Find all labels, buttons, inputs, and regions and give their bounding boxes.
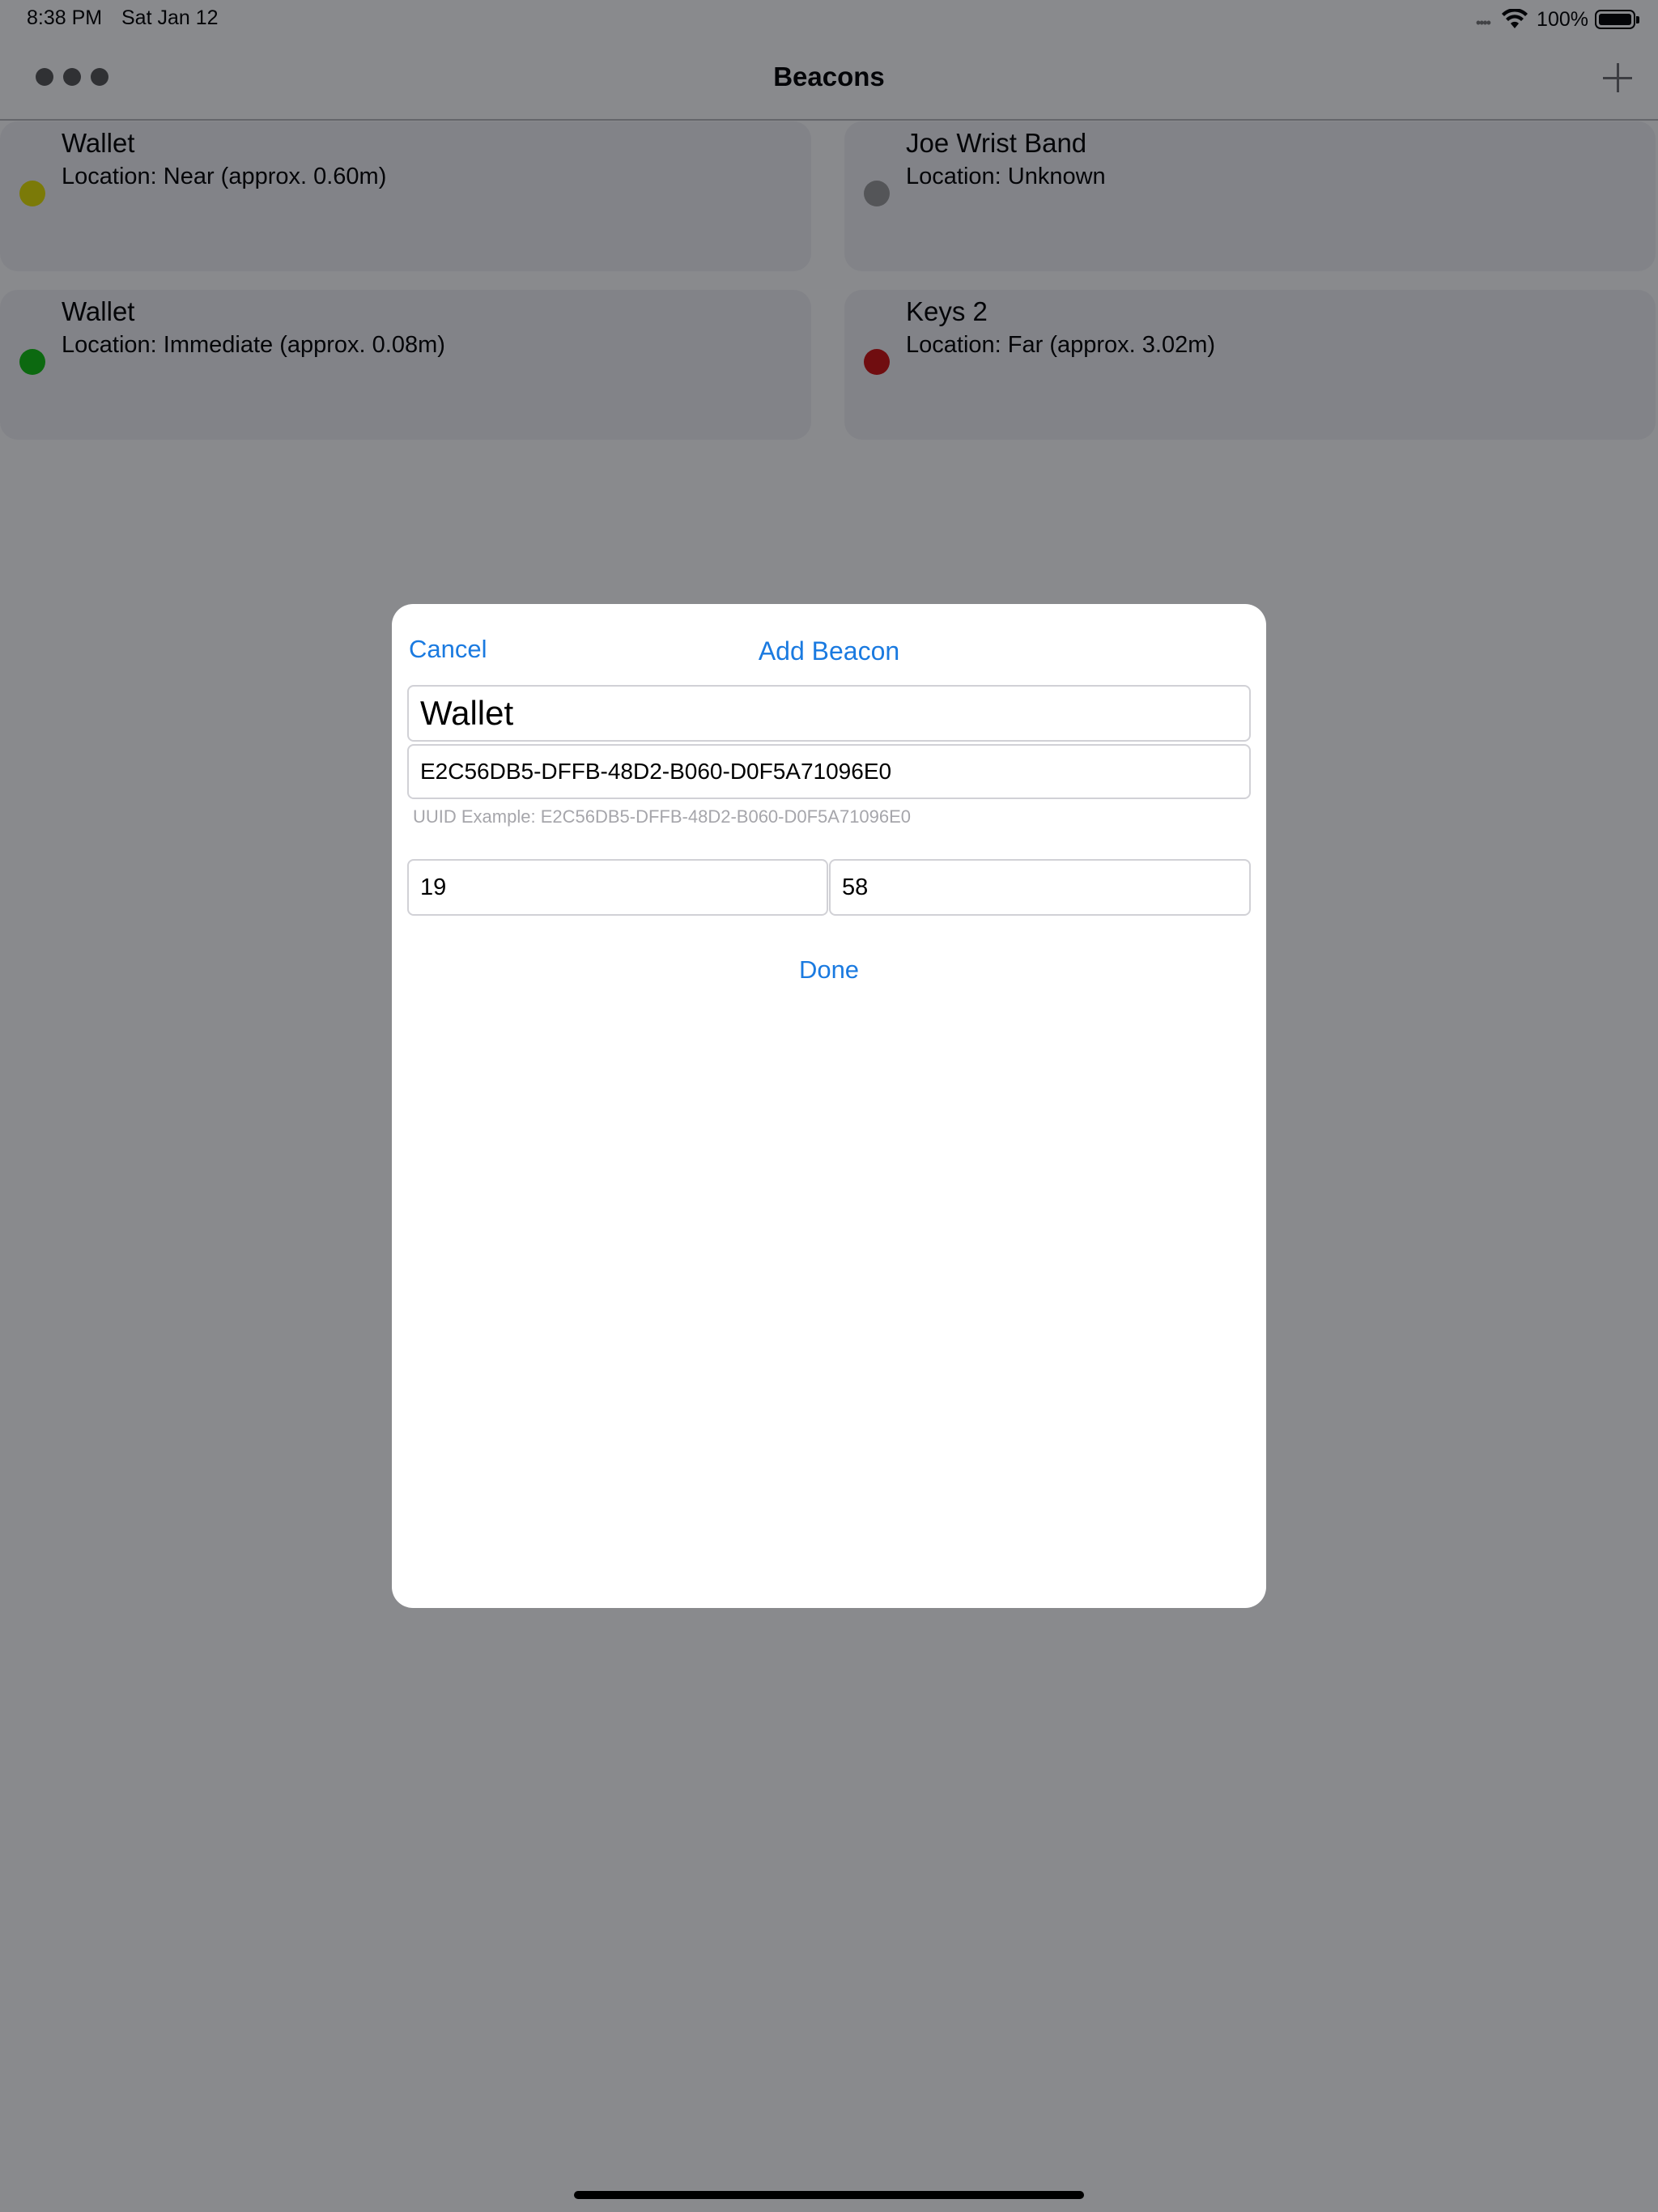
- beacon-name-field[interactable]: [407, 685, 1251, 742]
- done-button[interactable]: Done: [748, 955, 910, 985]
- add-beacon-modal: Cancel Add Beacon UUID Example: E2C56DB5…: [392, 604, 1266, 1608]
- home-indicator[interactable]: [574, 2191, 1084, 2199]
- uuid-example-hint: UUID Example: E2C56DB5-DFFB-48D2-B060-D0…: [413, 806, 912, 827]
- modal-title: Add Beacon: [758, 636, 900, 666]
- minor-field[interactable]: [829, 859, 1251, 916]
- uuid-field[interactable]: [407, 744, 1251, 799]
- major-field[interactable]: [407, 859, 828, 916]
